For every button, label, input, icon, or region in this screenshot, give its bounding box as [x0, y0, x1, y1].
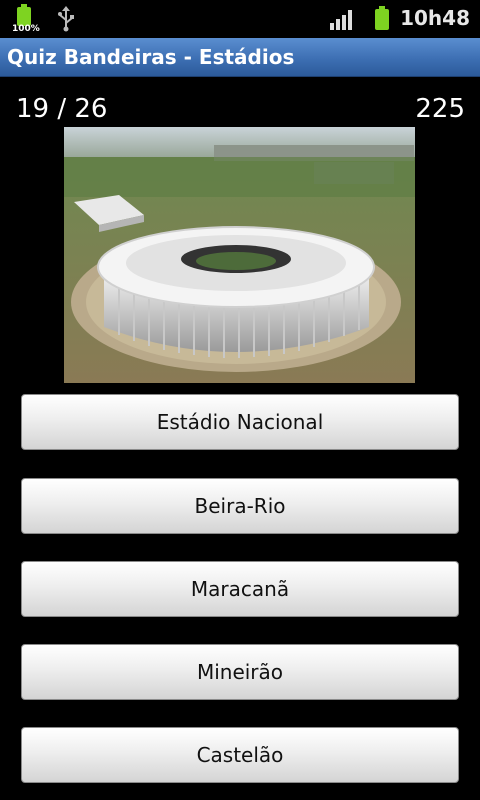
answer-button[interactable]: Mineirão — [21, 644, 459, 700]
answer-button[interactable]: Castelão — [21, 727, 459, 783]
answer-button[interactable]: Beira-Rio — [21, 478, 459, 534]
usb-icon — [56, 6, 76, 36]
battery-percent: 100% — [12, 24, 40, 34]
stadium-photo — [64, 127, 415, 383]
app-title-bar: Quiz Bandeiras - Estádios — [0, 38, 480, 77]
battery-icon — [372, 6, 392, 34]
page-title: Quiz Bandeiras - Estádios — [7, 45, 295, 69]
question-progress: 19 / 26 — [16, 94, 108, 124]
signal-icon — [330, 8, 356, 34]
clock: 10h48 — [400, 6, 470, 30]
battery-icon: 100% — [12, 4, 40, 34]
answer-button[interactable]: Maracanã — [21, 561, 459, 617]
score: 225 — [415, 94, 465, 124]
answer-button[interactable]: Estádio Nacional — [21, 394, 459, 450]
status-bar: 100% 10h48 — [0, 0, 480, 38]
